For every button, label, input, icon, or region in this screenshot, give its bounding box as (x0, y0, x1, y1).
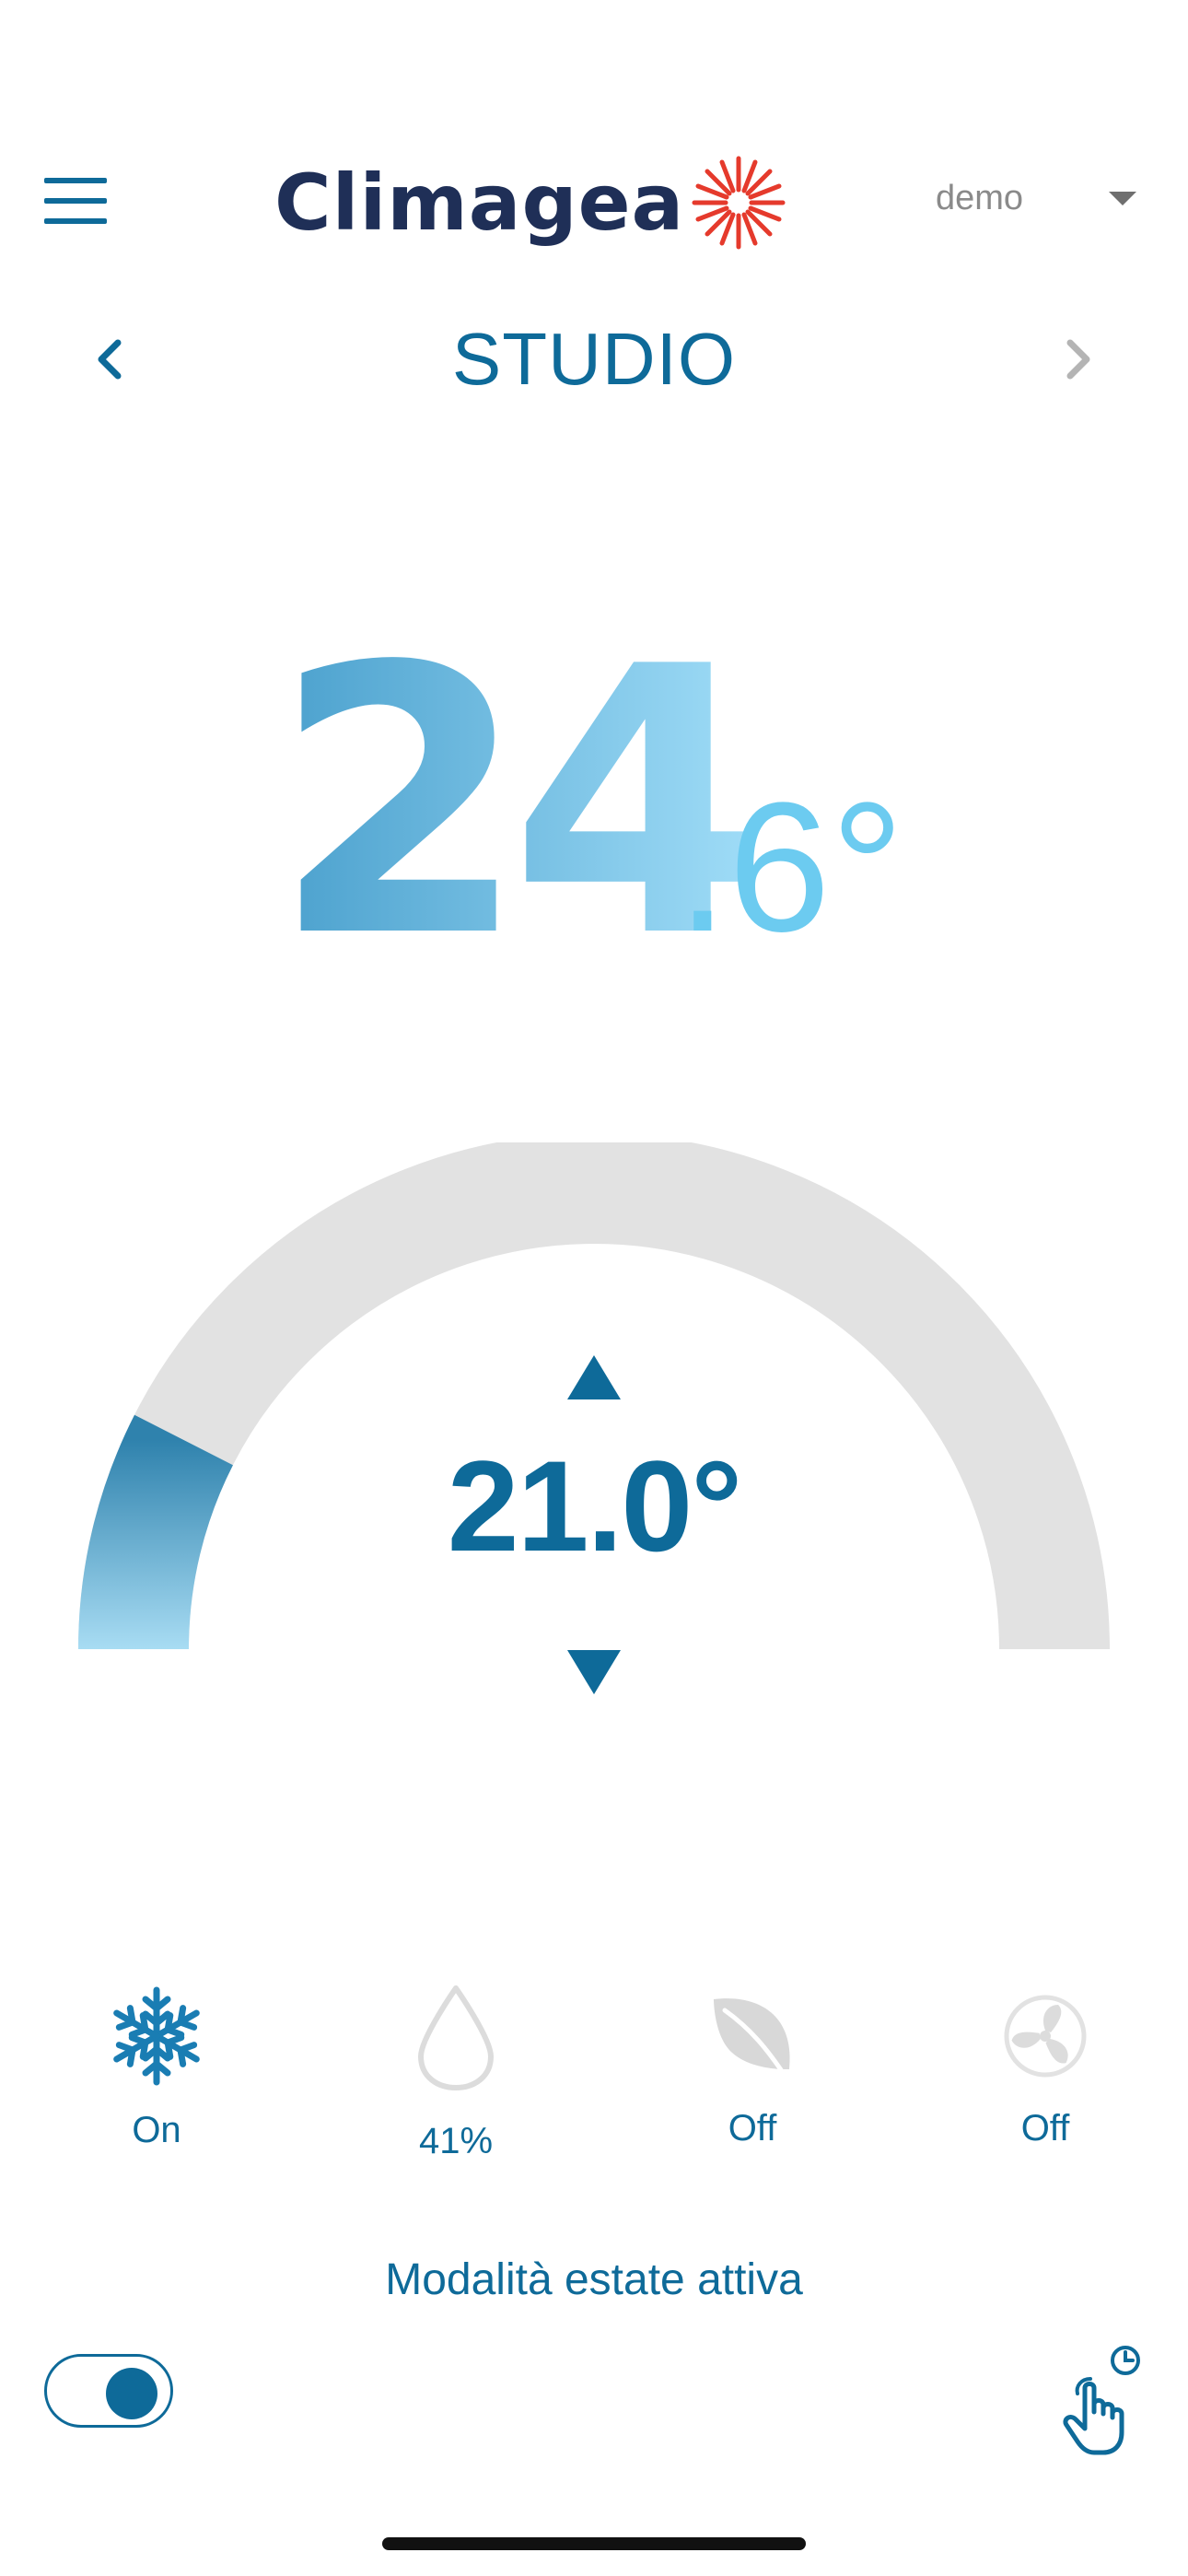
cooling-status-label: On (132, 2110, 181, 2150)
chevron-left-icon (98, 339, 122, 380)
cooling-status[interactable]: On (55, 1981, 258, 2184)
menu-icon (44, 178, 107, 183)
humidity-value: 41% (418, 2121, 494, 2161)
decrease-setpoint-button[interactable] (562, 1645, 626, 1700)
eco-status-label: Off (728, 2108, 777, 2149)
touch-timer-icon (1063, 2346, 1140, 2455)
home-indicator[interactable] (382, 2537, 806, 2550)
power-toggle[interactable] (44, 2354, 173, 2428)
leaf-icon (714, 1998, 790, 2079)
humidity-status: 41% (355, 1981, 557, 2184)
chevron-right-icon (1066, 339, 1090, 380)
sun-logo-icon (692, 156, 786, 250)
increase-setpoint-button[interactable] (562, 1350, 626, 1405)
brand-logo: Climagea (274, 147, 827, 258)
fan-status-label: Off (1020, 2108, 1070, 2149)
eco-status[interactable]: Off (651, 1981, 854, 2184)
touch-timer-button[interactable] (1050, 2340, 1160, 2460)
brand-name: Climagea (274, 158, 685, 248)
fan-icon (1004, 1995, 1087, 2078)
gauge-track (78, 1142, 1110, 1650)
current-temperature: 24 .6° (272, 608, 904, 977)
triangle-down-icon (567, 1650, 621, 1694)
current-temperature-decimal: .6° (677, 765, 904, 970)
next-room-button[interactable] (1041, 322, 1114, 396)
triangle-up-icon (567, 1355, 621, 1399)
caret-down-icon (1109, 191, 1136, 205)
menu-button[interactable] (37, 170, 120, 235)
user-selector[interactable]: demo (921, 166, 1160, 230)
user-name: demo (936, 178, 1024, 217)
previous-room-button[interactable] (74, 322, 147, 396)
fan-status[interactable]: Off (944, 1981, 1147, 2184)
setpoint-gauge[interactable] (0, 1142, 1188, 1677)
room-name: STUDIO (451, 318, 737, 400)
mode-status-text: Modalità estate attiva (385, 2255, 803, 2304)
toggle-knob (106, 2368, 157, 2419)
droplet-icon (418, 1985, 494, 2090)
snowflake-icon (101, 1986, 212, 2091)
setpoint-value: 21.0° (447, 1434, 742, 1578)
gauge-fill (78, 1414, 234, 1650)
